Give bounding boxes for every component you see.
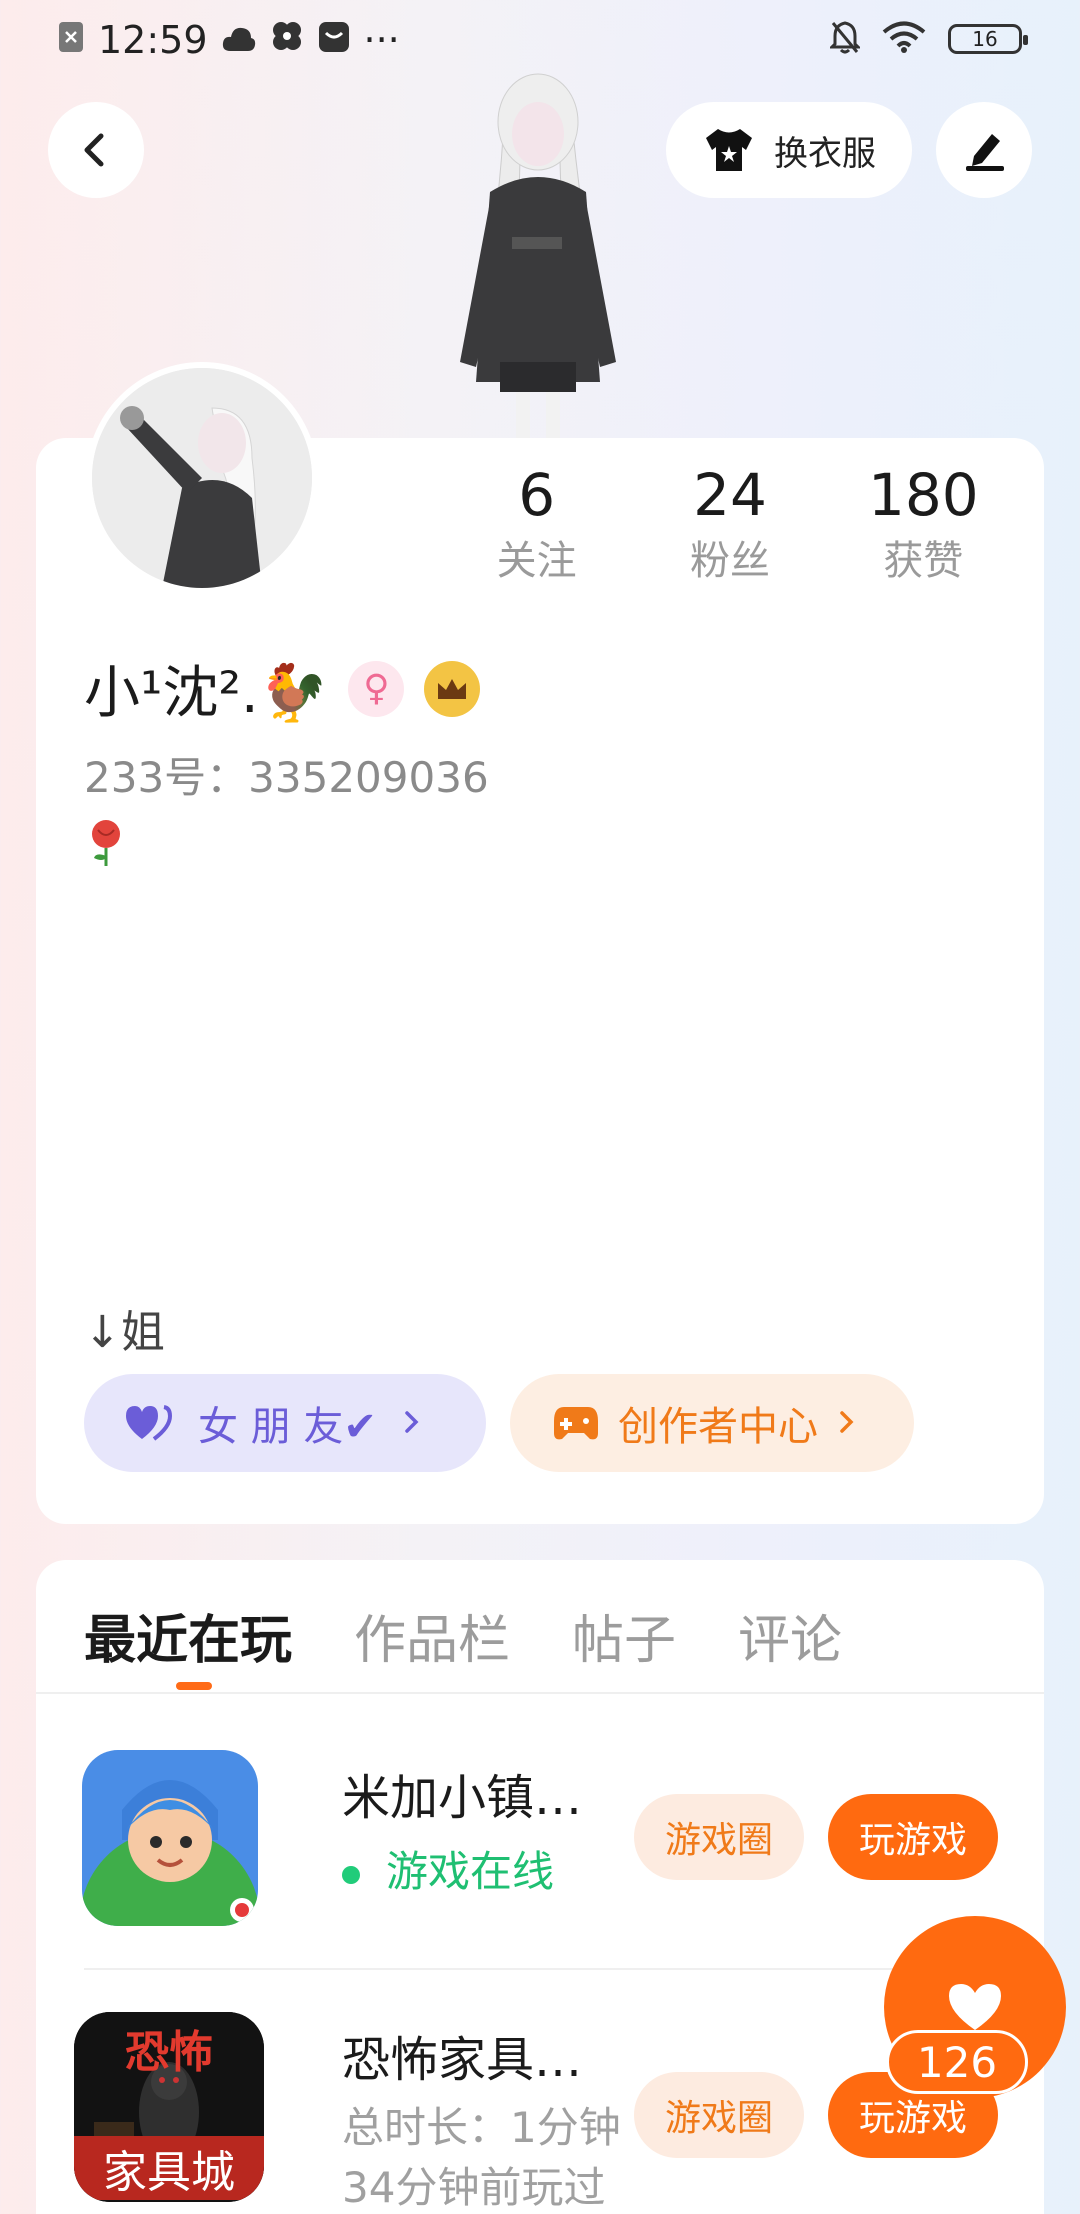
stat-followers[interactable]: 24 粉丝 [633, 460, 826, 588]
pinwheel-icon [270, 18, 304, 62]
game-row[interactable]: 米加小镇… 游戏在线 游戏圈 玩游戏 [82, 1750, 1044, 1960]
chevron-right-icon [401, 1400, 421, 1446]
profile-card [36, 438, 1044, 1524]
status-time: 12:59 [98, 18, 208, 62]
stat-label: 关注 [496, 538, 577, 584]
play-game-button[interactable]: 玩游戏 [828, 1794, 998, 1880]
change-outfit-button[interactable]: 换衣服 [666, 102, 912, 198]
stat-label: 获赞 [883, 538, 964, 584]
game-icon[interactable]: 恐怖 家具城 [74, 2012, 264, 2202]
gamepad-icon [554, 1407, 598, 1440]
stat-value: 24 [693, 461, 767, 529]
edit-profile-button[interactable] [936, 102, 1032, 198]
stat-label: 粉丝 [689, 538, 770, 584]
profile-tabs: 最近在玩 作品栏 帖子 评论 [84, 1598, 842, 1673]
content-card: 最近在玩 作品栏 帖子 评论 米加小镇… 游戏在线 游戏圈 玩游戏 恐怖 家具城… [36, 1560, 1044, 2214]
more-status-icon: ··· [363, 18, 400, 62]
back-arrow-icon [84, 133, 104, 167]
game-title: 米加小镇… [342, 1770, 583, 1826]
battery-icon: 16 [948, 24, 1028, 54]
mute-bell-icon [828, 20, 862, 58]
rose-icon: 🌹 [88, 818, 124, 872]
avatar[interactable] [86, 362, 318, 594]
creator-center-button[interactable]: 创作者中心 [510, 1374, 914, 1472]
female-gender-icon: ♀ [348, 660, 405, 717]
online-status-dot [342, 1865, 360, 1884]
creator-center-label: 创作者中心 [618, 1404, 818, 1450]
back-button[interactable] [48, 102, 144, 198]
bio-text: ↓姐 [84, 1307, 165, 1358]
user-id: 233号：335209036 [84, 753, 489, 802]
change-outfit-label: 换衣服 [774, 133, 876, 174]
profile-stats: 6 关注 24 粉丝 180 获赞 [440, 460, 1020, 588]
game-circle-button[interactable]: 游戏圈 [634, 2072, 804, 2158]
wifi-icon [882, 21, 926, 57]
stat-value: 6 [518, 461, 556, 529]
heart-icon [949, 1984, 1001, 2030]
crown-icon [424, 660, 481, 717]
username-row: 小¹沈².🐓 ♀ [84, 648, 481, 729]
like-count: 126 [886, 2030, 1028, 2094]
tab-posts[interactable]: 帖子 [572, 1598, 676, 1673]
chevron-right-icon [836, 1400, 856, 1446]
shirt-icon [706, 129, 752, 171]
avatar-character-figure[interactable] [420, 62, 660, 442]
cloud-icon [222, 18, 256, 62]
tab-comments[interactable]: 评论 [738, 1598, 842, 1673]
game-duration: 总时长：1分钟 [342, 2103, 621, 2152]
active-tab-indicator [176, 1682, 212, 1690]
game-icon-text-bottom: 家具城 [74, 2136, 264, 2200]
tab-recently-played[interactable]: 最近在玩 [84, 1598, 292, 1673]
stat-following[interactable]: 6 关注 [440, 460, 633, 588]
stat-likes[interactable]: 180 获赞 [827, 460, 1020, 588]
game-icon[interactable] [82, 1750, 258, 1926]
online-status-text: 游戏在线 [386, 1847, 555, 1896]
game-title: 恐怖家具… [342, 2032, 583, 2088]
divider [36, 1692, 1044, 1694]
notification-x-icon [58, 18, 84, 62]
tab-works[interactable]: 作品栏 [354, 1598, 510, 1673]
pencil-icon [966, 134, 1004, 171]
username: 小¹沈².🐓 [84, 661, 329, 726]
game-status: 游戏在线 [342, 1838, 554, 1899]
girlfriend-tag-label: 女 朋 友✔ [198, 1404, 377, 1450]
game-icon-text-top: 恐怖 [125, 2027, 213, 2078]
girlfriend-tag[interactable]: 女 朋 友✔ [84, 1374, 486, 1472]
heart-icon [126, 1405, 173, 1441]
game-circle-button[interactable]: 游戏圈 [634, 1794, 804, 1880]
game-last-played: 34分钟前玩过 [342, 2163, 606, 2212]
stat-value: 180 [867, 461, 979, 529]
message-icon [318, 18, 350, 62]
